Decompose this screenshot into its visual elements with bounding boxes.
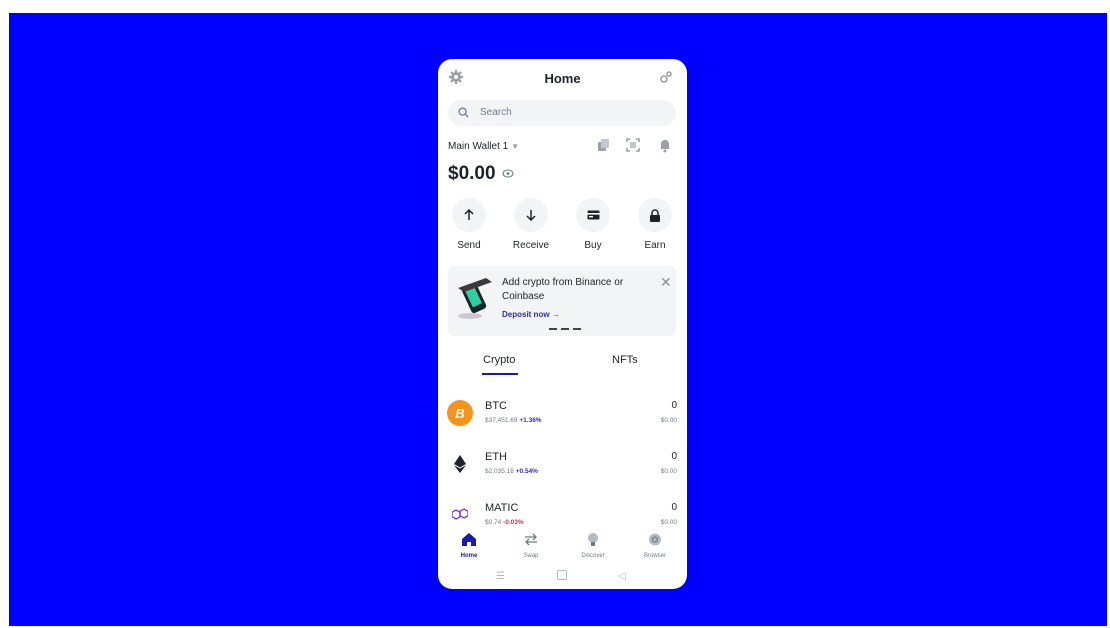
nav-browser[interactable]: Browser: [624, 525, 686, 559]
send-button[interactable]: [452, 198, 486, 232]
asset-price: $2,035.18: [485, 468, 514, 475]
asset-change: +1.36%: [519, 417, 542, 424]
link-icon[interactable]: [658, 69, 674, 85]
asset-price: $37,451.69: [485, 417, 518, 424]
bottom-nav: Home Swap Discover Browser: [438, 525, 687, 565]
buy-label: Buy: [584, 240, 602, 251]
nav-discover-label: Discover: [581, 553, 605, 559]
asset-amount: 0: [671, 502, 677, 513]
phone-screen: Home Search Main Wallet 1 ▼ $0.00 Send R…: [438, 59, 687, 589]
asset-amount: 0: [671, 451, 677, 462]
matic-icon: [447, 501, 473, 527]
receive-button[interactable]: [514, 198, 548, 232]
asset-price-row: $2,035.18 +0.54%: [485, 468, 538, 475]
earn-button[interactable]: [638, 198, 672, 232]
browser-icon: [649, 533, 661, 546]
lock-icon: [650, 208, 660, 222]
buy-button[interactable]: [576, 198, 610, 232]
menu-icon[interactable]: ☰: [496, 571, 505, 582]
nav-browser-label: Browser: [643, 553, 666, 559]
earn-label: Earn: [644, 240, 666, 251]
tab-nfts[interactable]: NFTs: [612, 354, 638, 366]
nav-swap-label: Swap: [523, 553, 539, 559]
copy-icon[interactable]: [595, 137, 611, 153]
send-label: Send: [457, 240, 481, 251]
eye-icon[interactable]: [502, 169, 514, 178]
swap-icon: [525, 533, 537, 546]
chevron-down-icon: ▼: [511, 142, 520, 151]
discover-icon: [588, 533, 598, 546]
crypto-illustration-icon: [458, 278, 492, 319]
asset-symbol: MATIC: [485, 502, 519, 514]
tab-crypto[interactable]: Crypto: [483, 354, 515, 366]
carousel-indicator: [549, 328, 585, 330]
wallet-name: Main Wallet 1: [448, 141, 509, 152]
search-placeholder: Search: [480, 107, 512, 118]
asset-symbol: BTC: [485, 400, 507, 412]
bell-icon[interactable]: [657, 137, 673, 153]
search-input[interactable]: Search: [448, 100, 676, 126]
arrow-down-icon: [526, 210, 536, 221]
wallet-balance: $0.00: [448, 163, 496, 184]
search-icon: [458, 107, 469, 118]
asset-symbol: ETH: [485, 451, 507, 463]
nav-swap[interactable]: Swap: [500, 525, 562, 559]
home-square-icon[interactable]: [557, 570, 567, 580]
receive-label: Receive: [512, 240, 550, 251]
asset-price-row: $37,451.69 +1.36%: [485, 417, 542, 424]
wallet-selector[interactable]: Main Wallet 1 ▼: [448, 141, 519, 152]
nav-home-label: Home: [460, 553, 478, 559]
active-tab-indicator: [482, 373, 518, 375]
nav-home[interactable]: Home: [438, 525, 500, 559]
asset-change: +0.54%: [515, 468, 538, 475]
deposit-now-link[interactable]: Deposit now →: [502, 310, 560, 319]
page-title: Home: [544, 71, 581, 86]
card-icon: [587, 210, 599, 220]
arrow-up-icon: [464, 209, 474, 220]
back-icon[interactable]: ◁: [618, 571, 626, 582]
close-icon[interactable]: ✕: [660, 274, 672, 291]
asset-amount: 0: [671, 400, 677, 411]
nav-discover[interactable]: Discover: [562, 525, 624, 559]
home-icon: [462, 533, 476, 546]
system-nav-bar: ☰ ◁: [438, 565, 687, 589]
eth-icon: [447, 451, 473, 477]
deposit-banner[interactable]: Add crypto from Binance or Coinbase Depo…: [448, 266, 676, 336]
asset-value: $0.00: [660, 468, 677, 475]
asset-value: $0.00: [660, 417, 677, 424]
btc-icon: B: [447, 400, 473, 426]
banner-message: Add crypto from Binance or Coinbase: [502, 277, 624, 302]
scan-icon[interactable]: [625, 137, 641, 153]
